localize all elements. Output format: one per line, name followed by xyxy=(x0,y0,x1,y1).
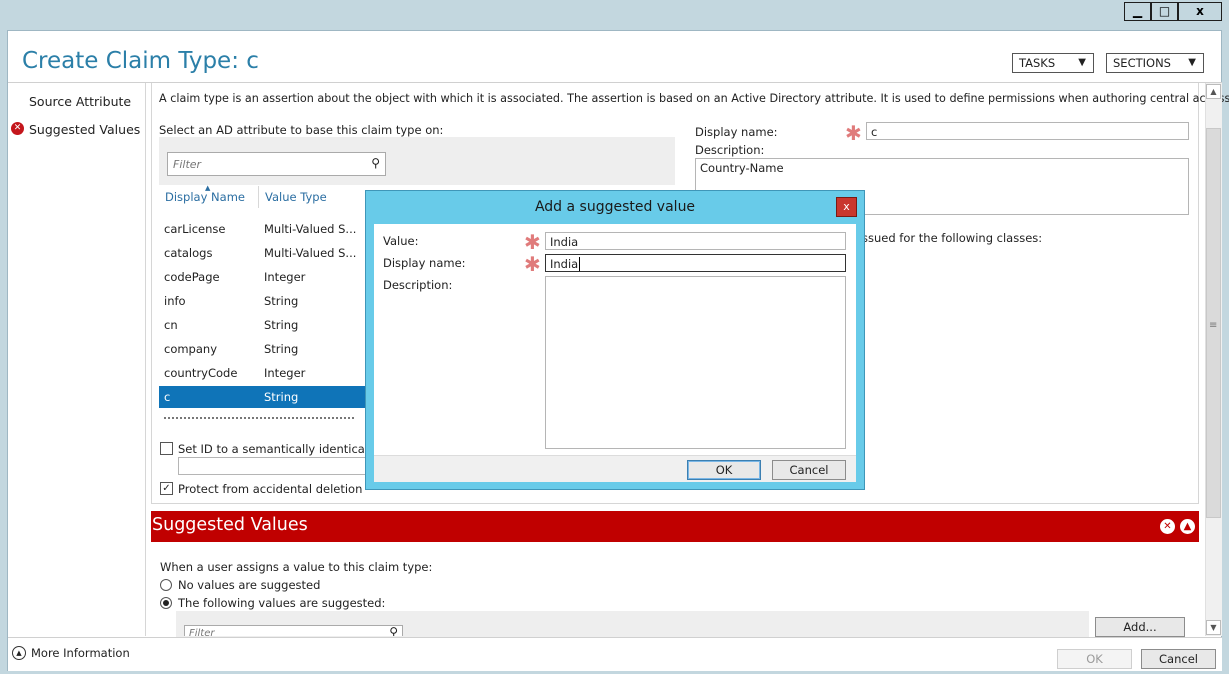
set-id-label: Set ID to a semantically identical cla xyxy=(178,442,389,456)
sections-label: SECTIONS xyxy=(1113,56,1171,70)
list-overflow-row xyxy=(164,414,359,420)
display-name-label: Display name: xyxy=(695,125,778,139)
radio-following-values-label: The following values are suggested: xyxy=(178,596,386,610)
nav-item-suggested-values[interactable]: Suggested Values xyxy=(29,122,140,137)
text-cursor xyxy=(579,257,581,271)
tasks-label: TASKS xyxy=(1019,56,1056,70)
more-information-link[interactable]: More Information xyxy=(31,646,130,660)
nav-item-source-attribute[interactable]: Source Attribute xyxy=(29,94,131,109)
suggested-intro: When a user assigns a value to this clai… xyxy=(160,560,433,574)
column-divider xyxy=(258,186,259,208)
table-row[interactable]: info String xyxy=(159,290,365,312)
radio-no-values[interactable] xyxy=(160,579,172,591)
expand-up-icon[interactable]: ▲ xyxy=(12,646,26,660)
caret-down-icon: ▼ xyxy=(1188,57,1196,68)
table-row[interactable]: catalogs Multi-Valued S... xyxy=(159,242,365,264)
table-row-selected[interactable]: c String xyxy=(159,386,365,408)
dialog-close-button[interactable]: x xyxy=(836,197,857,217)
maximize-button[interactable]: □ xyxy=(1151,2,1178,21)
value-input[interactable]: India xyxy=(545,232,846,250)
dialog-ok-button[interactable]: OK xyxy=(687,460,761,480)
required-asterisk-icon: ✱ xyxy=(524,252,541,276)
cancel-button[interactable]: Cancel xyxy=(1141,649,1216,669)
dialog-button-row: OK Cancel xyxy=(374,455,856,482)
column-header-value-type[interactable]: Value Type xyxy=(265,190,327,204)
dialog-description-textarea[interactable] xyxy=(545,276,846,449)
add-value-button[interactable]: Add... xyxy=(1095,617,1185,637)
table-row[interactable]: countryCode Integer xyxy=(159,362,365,384)
window-titlebar xyxy=(0,0,1229,30)
select-attribute-label: Select an AD attribute to base this clai… xyxy=(159,123,444,137)
radio-no-values-label: No values are suggested xyxy=(178,578,321,592)
table-row[interactable]: codePage Integer xyxy=(159,266,365,288)
search-icon[interactable]: ⚲ xyxy=(371,156,380,170)
set-id-field[interactable] xyxy=(178,457,366,475)
section-nav xyxy=(8,83,146,636)
search-icon[interactable]: ⚲ xyxy=(389,626,398,636)
grip-icon: ≡ xyxy=(1209,320,1218,331)
collapse-section-icon[interactable]: ▲ xyxy=(1180,519,1195,534)
close-icon: x xyxy=(1196,4,1204,18)
dialog-title: Add a suggested value xyxy=(534,199,696,215)
clear-section-icon[interactable]: ✕ xyxy=(1160,519,1175,534)
suggested-values-title: Suggested Values xyxy=(152,515,308,535)
sections-dropdown[interactable]: SECTIONS ▼ xyxy=(1106,53,1204,73)
issued-classes-label: ssued for the following classes: xyxy=(862,231,1043,245)
claim-type-description: A claim type is an assertion about the o… xyxy=(159,92,1229,105)
suggested-values-header: Suggested Values ✕ ▲ xyxy=(151,511,1199,542)
close-icon: x xyxy=(843,200,850,213)
dialog-display-name-input[interactable]: India xyxy=(545,254,846,272)
dialog-description-label: Description: xyxy=(383,278,453,292)
filter-placeholder: Filter xyxy=(173,158,202,171)
protect-checkbox[interactable]: ✓ xyxy=(160,482,173,495)
ok-button[interactable]: OK xyxy=(1057,649,1132,669)
table-row[interactable]: cn String xyxy=(159,314,365,336)
page-title: Create Claim Type: c xyxy=(22,48,259,74)
minimize-button[interactable]: ▁ xyxy=(1124,2,1151,21)
maximize-icon: □ xyxy=(1158,4,1171,18)
error-icon: ✕ xyxy=(11,122,24,135)
caret-down-icon: ▼ xyxy=(1078,57,1086,68)
protect-label: Protect from accidental deletion xyxy=(178,482,363,496)
scroll-down-icon[interactable]: ▼ xyxy=(1206,620,1221,635)
add-suggested-value-dialog: Add a suggested value x Value: ✱ India D… xyxy=(365,190,865,490)
table-row[interactable]: company String xyxy=(159,338,365,360)
required-asterisk-icon: ✱ xyxy=(524,230,541,254)
radio-following-values[interactable] xyxy=(160,597,172,609)
suggested-filter-input[interactable]: Filter ⚲ xyxy=(184,625,403,636)
minimize-icon: ▁ xyxy=(1132,4,1143,18)
set-id-checkbox[interactable] xyxy=(160,442,173,455)
dialog-body: Value: ✱ India Display name: ✱ India Des… xyxy=(374,224,856,482)
required-asterisk-icon: ✱ xyxy=(845,121,862,145)
table-row[interactable]: carLicense Multi-Valued S... xyxy=(159,218,365,240)
description-label: Description: xyxy=(695,143,765,157)
attribute-filter-input[interactable]: Filter ⚲ xyxy=(167,152,386,176)
tasks-dropdown[interactable]: TASKS ▼ xyxy=(1012,53,1094,73)
close-window-button[interactable]: x xyxy=(1178,2,1222,21)
dialog-cancel-button[interactable]: Cancel xyxy=(772,460,846,480)
value-label: Value: xyxy=(383,234,419,248)
suggested-filter-placeholder: Filter xyxy=(189,628,215,636)
display-name-input[interactable]: c xyxy=(866,122,1189,140)
column-header-display-name[interactable]: Display Name xyxy=(165,190,245,204)
footer-bar xyxy=(8,637,1222,671)
dialog-display-name-label: Display name: xyxy=(383,256,466,270)
sort-ascending-icon: ▲ xyxy=(205,184,211,192)
scroll-up-icon[interactable]: ▲ xyxy=(1206,84,1221,99)
